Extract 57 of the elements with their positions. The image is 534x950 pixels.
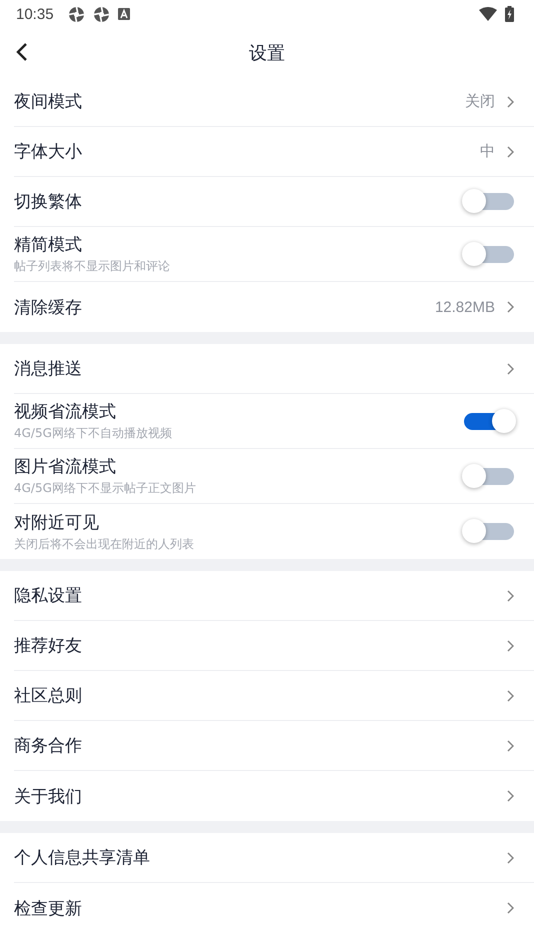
chevron-icon	[507, 146, 514, 158]
settings-row[interactable]: 视频省流模式 4G/5G网络下不自动播放视频	[14, 394, 534, 449]
status-time: 10:35	[16, 6, 54, 22]
settings-row[interactable]: 个人信息共享清单	[14, 833, 534, 883]
row-label: 字体大小	[14, 141, 83, 163]
row-label: 推荐好友	[14, 635, 83, 657]
row-label: 图片省流模式	[14, 456, 117, 478]
settings-row[interactable]: 检查更新	[14, 883, 534, 933]
row-label: 消息推送	[14, 358, 83, 380]
row-label: 检查更新	[14, 898, 83, 920]
row-description: 关闭后将不会出现在附近的人列表	[14, 536, 195, 552]
row-label: 夜间模式	[14, 91, 83, 113]
settings-row[interactable]: 推荐好友	[14, 621, 534, 671]
chevron-icon	[507, 790, 514, 802]
chevron-icon	[507, 640, 514, 652]
row-label: 关于我们	[14, 786, 83, 808]
chevron-icon	[507, 740, 514, 752]
chevron-icon	[507, 96, 514, 108]
settings-row[interactable]: 对附近可见 关闭后将不会出现在附近的人列表	[14, 504, 534, 559]
battery-icon	[505, 6, 514, 22]
chevron-icon	[507, 362, 514, 374]
row-label: 个人信息共享清单	[14, 847, 151, 869]
settings-row[interactable]: 社区总则	[14, 671, 534, 721]
chevron-icon	[507, 852, 514, 864]
row-description: 4G/5G网络下不显示帖子正文图片	[14, 480, 197, 497]
row-label: 切换繁体	[14, 191, 83, 213]
notification-icon	[118, 8, 130, 20]
row-description: 帖子列表将不显示图片和评论	[14, 258, 171, 275]
row-label: 隐私设置	[14, 585, 83, 607]
row-value: 12.82MB	[434, 298, 495, 316]
settings-row[interactable]: 隐私设置	[14, 571, 534, 621]
settings-row[interactable]: 商务合作	[14, 721, 534, 771]
settings-row[interactable]: 精简模式 帖子列表将不显示图片和评论	[14, 227, 534, 282]
aperture-icon	[92, 6, 110, 22]
settings-row[interactable]: 夜间模式 关闭	[14, 77, 534, 127]
settings-row[interactable]: 消息推送	[14, 344, 534, 394]
settings-row[interactable]: 字体大小 中	[14, 127, 534, 177]
aperture-icon	[68, 6, 85, 22]
chevron-icon	[507, 902, 514, 914]
wifi-icon	[479, 7, 497, 21]
row-description: 4G/5G网络下不自动播放视频	[14, 425, 173, 442]
chevron-icon	[507, 590, 514, 602]
row-value: 关闭	[465, 92, 495, 111]
chevron-icon	[507, 301, 514, 313]
settings-row[interactable]: 清除缓存 12.82MB	[14, 282, 534, 332]
row-label: 商务合作	[14, 735, 83, 757]
settings-row[interactable]: 关于我们	[14, 771, 534, 821]
row-label: 对附近可见	[14, 512, 100, 534]
settings-row[interactable]: 切换繁体	[14, 177, 534, 227]
chevron-icon	[507, 690, 514, 702]
row-value: 中	[480, 142, 495, 161]
row-label: 视频省流模式	[14, 401, 117, 423]
row-label: 清除缓存	[14, 296, 83, 318]
row-label: 社区总则	[14, 685, 83, 707]
page-title: 设置	[249, 42, 285, 64]
row-label: 精简模式	[14, 234, 83, 256]
settings-row[interactable]: 图片省流模式 4G/5G网络下不显示帖子正文图片	[14, 449, 534, 504]
